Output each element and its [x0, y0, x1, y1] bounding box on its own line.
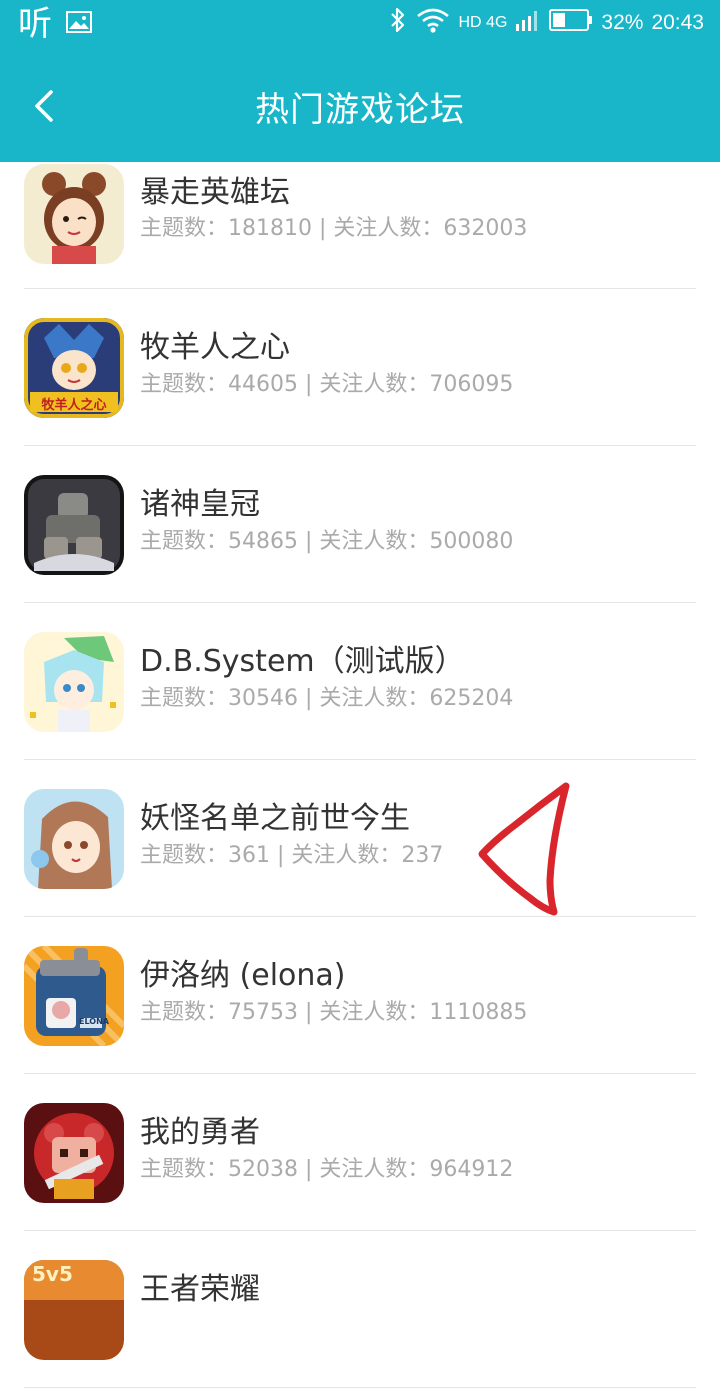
game-icon — [24, 1103, 124, 1203]
icon-caption: 牧羊人之心 — [41, 398, 107, 413]
icon-caption: ELONA — [79, 1017, 109, 1026]
forum-row[interactable]: 牧羊人之心 牧羊人之心 主题数：44605 | 关注人数：706095 — [0, 289, 720, 446]
ting-app-icon: 听 — [18, 4, 52, 44]
forum-stats: 主题数：44605 | 关注人数：706095 — [140, 372, 514, 397]
forum-row[interactable]: ELONA 伊洛纳 (elona) 主题数：75753 | 关注人数：11108… — [0, 917, 720, 1074]
wifi-icon — [415, 6, 451, 40]
forum-name: 牧羊人之心 — [140, 330, 290, 365]
forum-stats: 主题数：75753 | 关注人数：1110885 — [140, 1000, 528, 1025]
game-icon: 牧羊人之心 — [24, 318, 124, 418]
status-left: 听 — [18, 4, 92, 44]
game-icon — [24, 164, 124, 264]
forum-list: 暴走英雄坛 主题数：181810 | 关注人数：632003 牧羊人之心 牧羊人… — [0, 132, 720, 1388]
battery-icon — [549, 8, 593, 38]
forum-row[interactable]: 我的勇者 主题数：52038 | 关注人数：964912 — [0, 1074, 720, 1231]
page-title: 热门游戏论坛 — [255, 90, 465, 130]
status-bar: 听 HD 4G 32% 20:43 — [0, 0, 720, 52]
forum-stats: 主题数：181810 | 关注人数：632003 — [140, 216, 528, 241]
game-icon — [24, 475, 124, 575]
forum-name: 我的勇者 — [140, 1115, 260, 1150]
game-icon — [24, 632, 124, 732]
status-right: HD 4G 32% 20:43 — [389, 6, 704, 40]
game-icon — [24, 789, 124, 889]
forum-stats: 主题数：361 | 关注人数：237 — [140, 843, 444, 868]
game-icon: ELONA — [24, 946, 124, 1046]
forum-name: 王者荣耀 — [140, 1272, 260, 1307]
forum-row[interactable]: 5v5 王者荣耀 — [0, 1231, 720, 1388]
forum-row[interactable]: 暴走英雄坛 主题数：181810 | 关注人数：632003 — [0, 132, 720, 289]
forum-name: 诸神皇冠 — [140, 487, 260, 522]
forum-row[interactable]: 妖怪名单之前世今生 主题数：361 | 关注人数：237 — [0, 760, 720, 917]
battery-percent: 32% — [601, 11, 644, 34]
game-icon: 5v5 — [24, 1260, 124, 1360]
signal-icon — [515, 8, 541, 38]
icon-caption: 5v5 — [32, 1262, 73, 1286]
forum-row[interactable]: 诸神皇冠 主题数：54865 | 关注人数：500080 — [0, 446, 720, 603]
network-label: HD 4G — [458, 14, 508, 31]
clock: 20:43 — [651, 11, 704, 34]
gallery-icon — [66, 11, 92, 37]
red-triangle-annotation — [478, 782, 570, 916]
forum-name: 暴走英雄坛 — [140, 175, 290, 210]
forum-name: 妖怪名单之前世今生 — [140, 801, 410, 836]
forum-name: 伊洛纳 (elona) — [140, 958, 346, 993]
forum-stats: 主题数：30546 | 关注人数：625204 — [140, 686, 514, 711]
bluetooth-icon — [389, 6, 407, 40]
forum-name: D.B.System（测试版） — [140, 644, 465, 679]
forum-stats: 主题数：52038 | 关注人数：964912 — [140, 1157, 514, 1182]
forum-row[interactable]: D.B.System（测试版） 主题数：30546 | 关注人数：625204 — [0, 603, 720, 760]
forum-stats: 主题数：54865 | 关注人数：500080 — [140, 529, 514, 554]
